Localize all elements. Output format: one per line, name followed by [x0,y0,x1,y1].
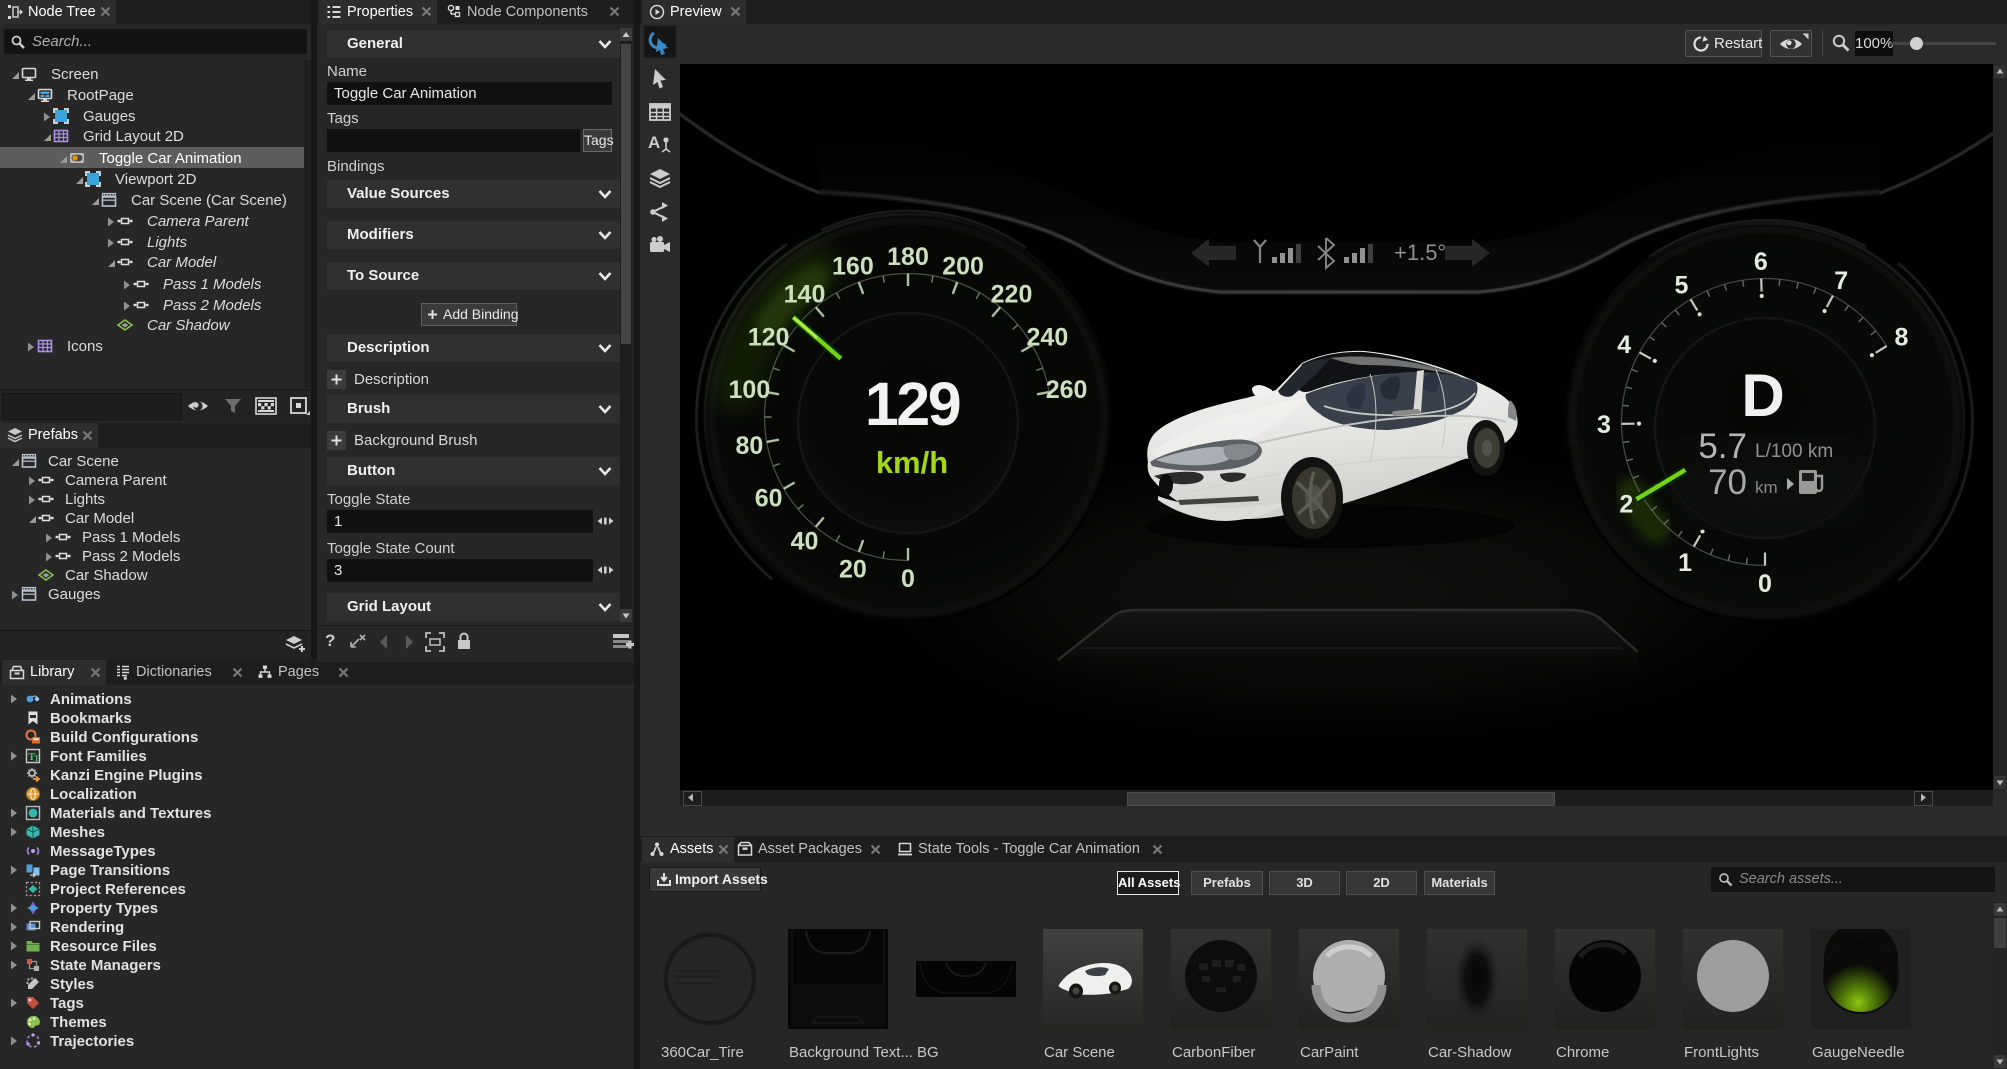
svg-text:0: 0 [1758,570,1772,598]
svg-text:km: km [1755,478,1778,497]
svg-text:160: 160 [832,253,874,281]
svg-text:8: 8 [1895,324,1909,352]
svg-text:40: 40 [791,527,819,555]
svg-text:5.7: 5.7 [1698,427,1747,466]
svg-text:70: 70 [1708,463,1747,502]
svg-text:5: 5 [1675,271,1689,299]
svg-text:220: 220 [991,281,1033,309]
svg-text:80: 80 [735,432,763,460]
svg-text:T: T [34,754,40,763]
svg-text:km/h: km/h [876,445,948,480]
svg-text:+1.5°: +1.5° [1394,240,1446,265]
svg-text:7: 7 [1834,267,1848,295]
svg-text:120: 120 [748,324,790,352]
svg-text:2: 2 [1619,491,1633,519]
svg-text:3: 3 [1597,411,1611,439]
svg-text:60: 60 [755,485,783,513]
svg-text:6: 6 [1754,248,1768,276]
svg-text:129: 129 [865,370,960,438]
svg-text:100: 100 [729,376,771,404]
svg-text:260: 260 [1046,376,1088,404]
svg-text:D: D [1741,362,1784,429]
svg-text:L/100 km: L/100 km [1755,441,1833,462]
svg-text:20: 20 [839,555,867,583]
svg-text:1: 1 [1678,549,1692,577]
svg-text:180: 180 [887,243,929,271]
svg-text:4: 4 [1617,331,1631,359]
svg-text:200: 200 [942,253,984,281]
svg-text:0: 0 [901,565,915,593]
svg-text:140: 140 [784,281,826,309]
svg-text:A: A [648,133,660,152]
svg-text:240: 240 [1027,324,1069,352]
